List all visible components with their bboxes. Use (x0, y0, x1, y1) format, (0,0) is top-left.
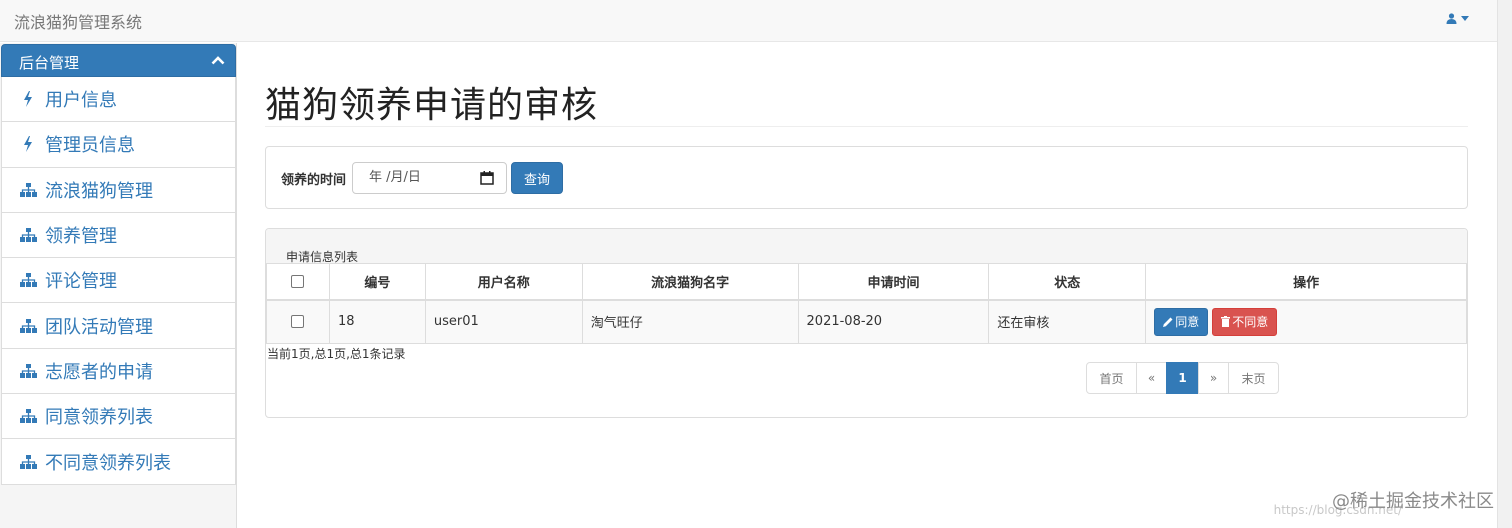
sidebar-item-comments[interactable]: 评论管理 (1, 258, 236, 304)
sitemap-icon (19, 271, 37, 289)
agree-button[interactable]: 同意 (1154, 307, 1209, 336)
cell-user: user01 (424, 299, 583, 344)
agree-label: 同意 (1175, 315, 1200, 330)
page-next-button[interactable]: » (1198, 362, 1229, 394)
sitemap-icon (19, 407, 37, 425)
flash-icon (19, 90, 37, 108)
table-header-row: 编号 用户名称 流浪猫狗名字 申请时间 状态 操作 (266, 263, 1467, 301)
pagination-info: 当前1页,总1页,总1条记录 (267, 347, 406, 361)
sidebar-header-label: 后台管理 (19, 54, 80, 72)
watermark: @稀土掘金技术社区 (1332, 491, 1494, 512)
column-header-status[interactable]: 状态 (988, 263, 1147, 301)
cell-actions: 同意 不同意 (1145, 299, 1467, 344)
column-header-user[interactable]: 用户名称 (424, 263, 583, 301)
app-brand[interactable]: 流浪猫狗管理系统 (14, 9, 142, 33)
sidebar-item-user-info[interactable]: 用户信息 (1, 77, 236, 123)
query-button[interactable]: 查询 (511, 162, 563, 194)
pencil-icon (1163, 317, 1173, 327)
page-title: 猫狗领养申请的审核 (265, 85, 599, 126)
sidebar-item-volunteer-applications[interactable]: 志愿者的申请 (1, 348, 236, 395)
sidebar-menu: 用户信息 管理员信息 流浪猫狗管理 领养管理 评论管理 团队活动管理 志愿者的申… (1, 77, 236, 485)
sitemap-icon (19, 453, 37, 471)
page-1-button[interactable]: 1 (1166, 362, 1199, 394)
table-row: 18 user01 淘气旺仔 2021-08-20 还在审核 同意 不同意 (266, 299, 1467, 344)
adoption-date-label: 领养的时间 (281, 173, 347, 188)
sitemap-icon (19, 181, 37, 199)
page-scrollbar[interactable] (1497, 0, 1512, 528)
flash-icon (19, 135, 37, 153)
sidebar-item-label: 评论管理 (45, 271, 117, 293)
search-panel: 领养的时间 年 /月/日 查询 (265, 146, 1468, 209)
reject-button[interactable]: 不同意 (1212, 307, 1278, 336)
sidebar-item-rejected-adoptions[interactable]: 不同意领养列表 (1, 439, 236, 485)
calendar-icon[interactable] (480, 171, 494, 185)
sidebar-item-label: 志愿者的申请 (45, 361, 153, 383)
column-header-id[interactable]: 编号 (328, 263, 426, 301)
chevron-up-icon (211, 56, 225, 65)
sidebar-item-label: 用户信息 (45, 90, 117, 112)
application-table: 编号 用户名称 流浪猫狗名字 申请时间 状态 操作 18 user01 淘气旺仔… (266, 263, 1467, 344)
sidebar-item-adoption[interactable]: 领养管理 (1, 212, 236, 259)
reject-label: 不同意 (1232, 315, 1269, 330)
select-all-checkbox[interactable] (291, 274, 305, 288)
page-prev-button[interactable]: « (1136, 362, 1167, 394)
sidebar: 后台管理 用户信息 管理员信息 流浪猫狗管理 领养管理 评论管理 团队活动管理 (0, 43, 237, 528)
date-placeholder: 年 /月/日 (369, 170, 421, 185)
title-divider (265, 126, 1468, 127)
list-heading: 申请信息列表 (266, 229, 1467, 264)
application-list-panel: 申请信息列表 编号 用户名称 流浪猫狗名字 申请时间 状态 操作 18 user… (265, 228, 1468, 418)
column-header-actions: 操作 (1145, 263, 1467, 301)
cell-apply-date: 2021-08-20 (797, 299, 990, 344)
select-all-cell (266, 263, 330, 301)
cell-pet-name: 淘气旺仔 (581, 299, 799, 344)
sitemap-icon (19, 362, 37, 380)
trash-icon (1221, 316, 1231, 328)
adoption-date-input[interactable]: 年 /月/日 (352, 162, 507, 194)
sidebar-item-label: 团队活动管理 (45, 316, 153, 338)
page-first-button[interactable]: 首页 (1086, 362, 1137, 394)
row-select-cell (266, 299, 330, 344)
page-last-button[interactable]: 末页 (1228, 362, 1279, 394)
sidebar-item-label: 同意领养列表 (45, 407, 153, 429)
top-navbar: 流浪猫狗管理系统 (0, 0, 1497, 42)
column-header-pet-name[interactable]: 流浪猫狗名字 (581, 263, 799, 301)
sidebar-item-admin-info[interactable]: 管理员信息 (1, 122, 236, 168)
sidebar-header-admin[interactable]: 后台管理 (1, 44, 236, 77)
cell-status: 还在审核 (988, 299, 1147, 344)
pagination: 首页 « 1 » 末页 (1086, 362, 1279, 394)
cell-id: 18 (328, 299, 426, 344)
sitemap-icon (19, 226, 37, 244)
sidebar-item-stray-pets[interactable]: 流浪猫狗管理 (1, 167, 236, 213)
sidebar-item-label: 不同意领养列表 (45, 452, 171, 474)
caret-down-icon (1461, 16, 1469, 21)
sidebar-item-label: 管理员信息 (45, 135, 135, 157)
user-icon (1446, 13, 1457, 24)
row-checkbox[interactable] (291, 315, 305, 329)
user-menu-dropdown[interactable] (1446, 13, 1469, 24)
sidebar-item-label: 领养管理 (45, 226, 117, 248)
sidebar-item-team-activities[interactable]: 团队活动管理 (1, 303, 236, 349)
column-header-apply-date[interactable]: 申请时间 (797, 263, 990, 301)
sidebar-item-label: 流浪猫狗管理 (45, 180, 153, 202)
sidebar-item-approved-adoptions[interactable]: 同意领养列表 (1, 394, 236, 440)
sitemap-icon (19, 317, 37, 335)
